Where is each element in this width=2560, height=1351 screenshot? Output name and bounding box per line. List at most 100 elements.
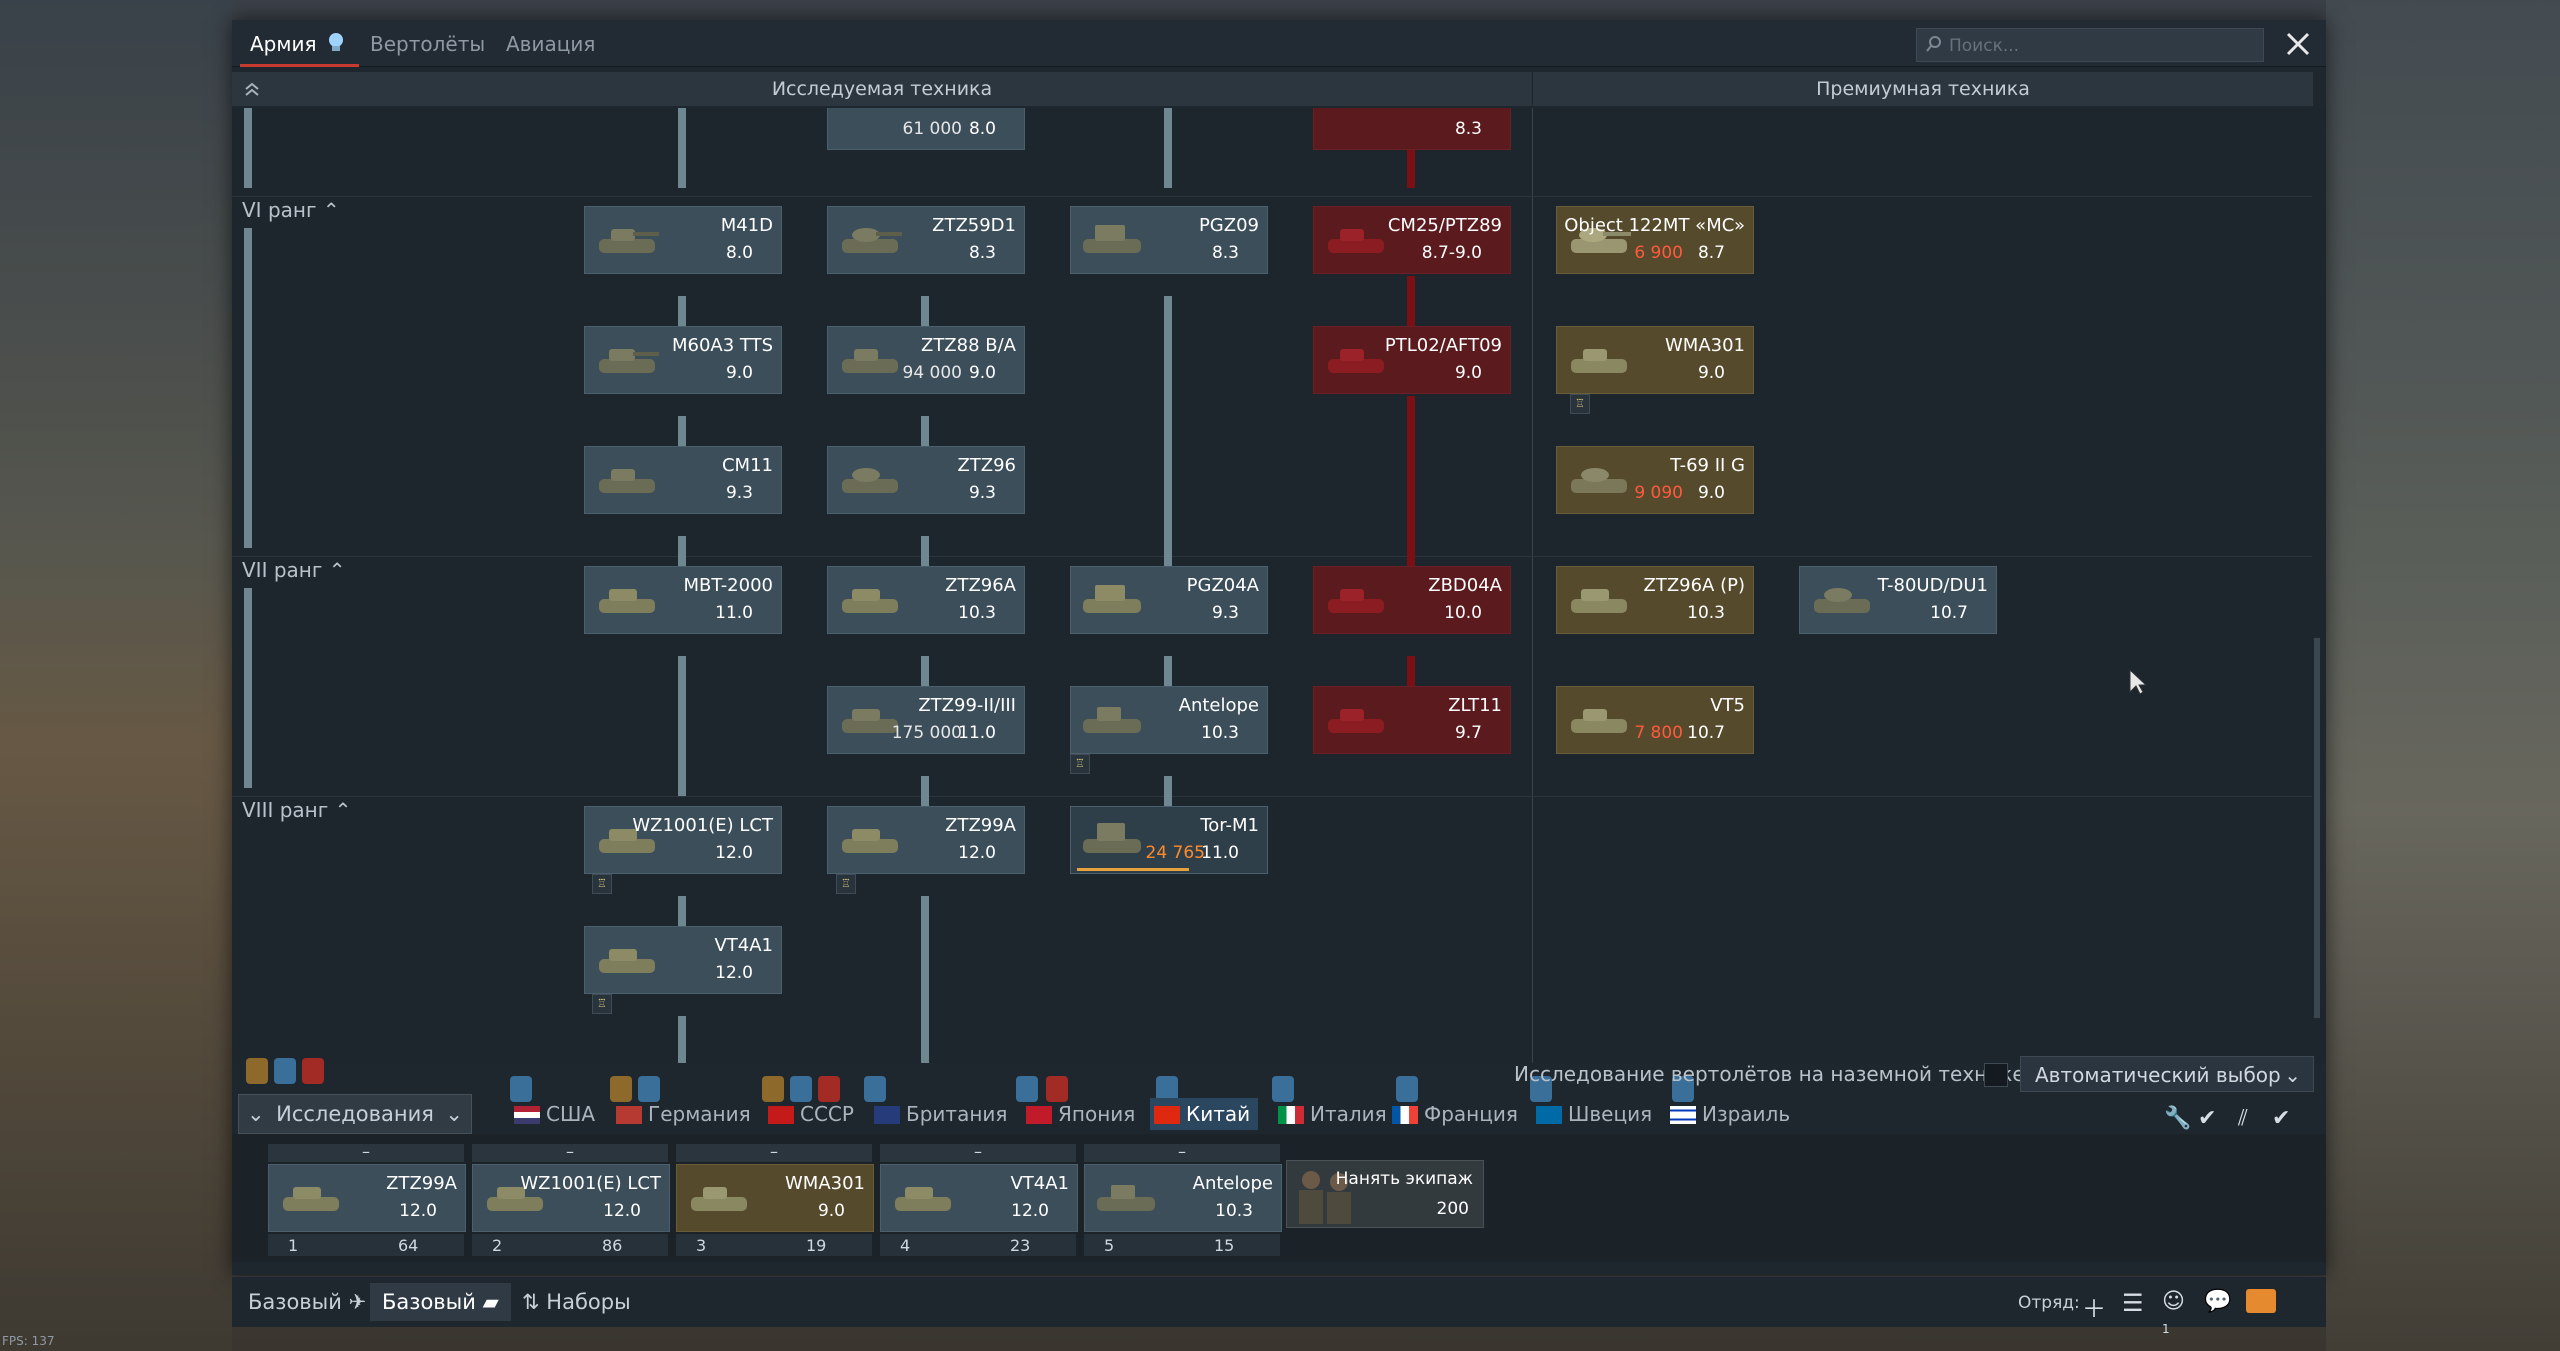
- crew-slot[interactable]: – Antelope 10.3 5 15: [1084, 1144, 1282, 1256]
- nation-israel[interactable]: Израиль: [1670, 1098, 1790, 1130]
- mail-icon[interactable]: [2246, 1289, 2276, 1313]
- slot-vehicle-card[interactable]: Antelope 10.3: [1084, 1164, 1282, 1232]
- wrench-icon[interactable]: 🔧: [2164, 1106, 2191, 1131]
- tab-aviation[interactable]: Авиация: [506, 28, 595, 60]
- vehicle-card-cm25[interactable]: CM25/PTZ89 8.7-9.0: [1313, 206, 1511, 274]
- timer-event-icon[interactable]: [302, 1058, 324, 1084]
- vehicle-card-mbt2000[interactable]: MBT-2000 11.0: [584, 566, 782, 634]
- vehicle-card-zlt11[interactable]: ZLT11 9.7: [1313, 686, 1511, 754]
- vehicle-card-m41d[interactable]: M41D 8.0: [584, 206, 782, 274]
- auto-select-dropdown[interactable]: Автоматический выбор ⌄: [2020, 1056, 2314, 1092]
- slot-vehicle-card[interactable]: WMA301 9.0: [676, 1164, 874, 1232]
- nation-japan[interactable]: Япония: [1026, 1098, 1135, 1130]
- slot-vehicle-card[interactable]: ZTZ99A 12.0: [268, 1164, 466, 1232]
- search-box[interactable]: [1916, 28, 2264, 62]
- vehicle-card-ztz59d1[interactable]: ZTZ59D1 8.3: [827, 206, 1025, 274]
- check-icon[interactable]: ✔: [2272, 1106, 2290, 1131]
- vehicle-br: 8.0: [725, 243, 753, 263]
- auto-select-value: Автоматический выбор: [2035, 1063, 2281, 1087]
- vehicle-card-ztz96[interactable]: ZTZ96 9.3: [827, 446, 1025, 514]
- vehicle-card-ztz88[interactable]: ZTZ88 B/A 94 000 9.0: [827, 326, 1025, 394]
- background-left: [0, 0, 232, 1351]
- tree-connector: [678, 536, 686, 566]
- research-button[interactable]: ⌄ Исследования ⌄: [238, 1094, 472, 1134]
- chevron-up-icon: ⌃: [322, 198, 340, 222]
- nation-usa[interactable]: США: [514, 1098, 595, 1130]
- vehicle-card[interactable]: 61 000 8.0: [827, 108, 1025, 150]
- nation-ussr[interactable]: СССР: [768, 1098, 854, 1130]
- research-progress-bar: [1077, 868, 1189, 871]
- close-icon[interactable]: [2282, 28, 2314, 60]
- vehicle-card-t80ud[interactable]: T-80UD/DU1 10.7: [1799, 566, 1997, 634]
- friends-icon[interactable]: ☺1: [2162, 1289, 2188, 1336]
- nation-china[interactable]: Китай: [1150, 1098, 1259, 1130]
- chat-icon[interactable]: 💬: [2204, 1289, 2231, 1315]
- rank-viii-label[interactable]: VIII ранг ⌃: [242, 798, 351, 822]
- nation-italy[interactable]: Италия: [1278, 1098, 1387, 1130]
- slot-vehicle-card[interactable]: VT4A1 12.0: [880, 1164, 1078, 1232]
- tab-helicopters[interactable]: Вертолёты: [370, 28, 485, 60]
- vehicle-name: VT4A1: [1010, 1173, 1069, 1194]
- vehicle-card-cm11[interactable]: CM11 9.3: [584, 446, 782, 514]
- vehicle-br: 9.3: [725, 483, 753, 503]
- vehicle-card-antelope[interactable]: Antelope 10.3: [1070, 686, 1268, 754]
- crew-slot[interactable]: – VT4A1 12.0 4 23: [880, 1144, 1078, 1256]
- vehicle-card-vt4a1[interactable]: VT4A1 12.0: [584, 926, 782, 994]
- crew-slot[interactable]: – WZ1001(E) LCT 12.0 2 86: [472, 1144, 670, 1256]
- vehicle-card-ztz99[interactable]: ZTZ99-II/III 175 000 11.0: [827, 686, 1025, 754]
- skill-points: 64: [398, 1236, 419, 1255]
- rank-viii-text: VIII ранг: [242, 798, 329, 822]
- rank-vi-label[interactable]: VI ранг ⌃: [242, 198, 340, 222]
- nation-britain[interactable]: Британия: [874, 1098, 1007, 1130]
- vehicle-card[interactable]: 8.3: [1313, 108, 1511, 150]
- nation-france[interactable]: Франция: [1392, 1098, 1518, 1130]
- rank-vii-label[interactable]: VII ранг ⌃: [242, 558, 346, 582]
- vehicle-card-torm1[interactable]: Tor-M1 24 765 11.0: [1070, 806, 1268, 874]
- vehicle-card-ztz96a[interactable]: ZTZ96A 10.3: [827, 566, 1025, 634]
- crew-badge-icon: ♖: [836, 874, 856, 894]
- vehicle-card-wma301[interactable]: WMA301 9.0: [1556, 326, 1754, 394]
- heli-research-checkbox[interactable]: [1984, 1063, 2008, 1087]
- crew-slot[interactable]: – WMA301 9.0 3 19: [676, 1144, 874, 1256]
- preset-ground-button[interactable]: Базовый ▰: [370, 1283, 511, 1321]
- sets-button[interactable]: ⇅ Наборы: [510, 1283, 643, 1321]
- list-icon[interactable]: ☰: [2122, 1289, 2148, 1317]
- vehicle-name: PGZ09: [1198, 215, 1259, 236]
- nation-germany[interactable]: Германия: [616, 1098, 751, 1130]
- star-award-icon[interactable]: [246, 1058, 268, 1084]
- vehicle-br: 9.3: [1211, 603, 1239, 623]
- vehicle-card-ptl02[interactable]: PTL02/AFT09 9.0: [1313, 326, 1511, 394]
- vehicle-name: PGZ04A: [1186, 575, 1259, 596]
- search-icon: [1926, 36, 1941, 52]
- slot-vehicle-card[interactable]: WZ1001(E) LCT 12.0: [472, 1164, 670, 1232]
- tree-connector: [678, 108, 686, 188]
- vehicle-card-ztz99a[interactable]: ZTZ99A 12.0: [827, 806, 1025, 874]
- vehicle-br: 12.0: [603, 1201, 641, 1221]
- sort-arrows-icon: ⇅: [522, 1290, 540, 1314]
- tree-scrollbar[interactable]: [2314, 638, 2320, 1018]
- vehicle-card-t69[interactable]: T-69 II G 9 090 9.0: [1556, 446, 1754, 514]
- vehicle-card-wz1001[interactable]: WZ1001(E) LCT 12.0: [584, 806, 782, 874]
- add-squad-icon[interactable]: ＋: [2082, 1289, 2108, 1323]
- preset-air-button[interactable]: Базовый ✈: [236, 1283, 378, 1321]
- vehicle-card-pgz09[interactable]: PGZ09 8.3: [1070, 206, 1268, 274]
- tab-army[interactable]: Армия: [240, 28, 359, 67]
- vehicle-card-ztz96ap[interactable]: ZTZ96A (P) 10.3: [1556, 566, 1754, 634]
- nation-sweden[interactable]: Швеция: [1536, 1098, 1652, 1130]
- collapse-up-icon[interactable]: [242, 80, 262, 100]
- crew-slot[interactable]: – ZTZ99A 12.0 1 64: [268, 1144, 466, 1256]
- vehicle-card-zbd04a[interactable]: ZBD04A 10.0: [1313, 566, 1511, 634]
- ammo-icon[interactable]: ⫽: [2238, 1106, 2248, 1131]
- hire-crew-button[interactable]: Нанять экипаж 200: [1286, 1160, 1484, 1228]
- vehicle-card-vt5[interactable]: VT5 7 800 10.7: [1556, 686, 1754, 754]
- search-input[interactable]: [1947, 33, 2251, 59]
- vehicle-br: 9.0: [1697, 363, 1725, 383]
- check-icon[interactable]: ✔: [2198, 1106, 2216, 1131]
- rank-vi-text: VI ранг: [242, 198, 317, 222]
- flag-israel-icon: [1670, 1106, 1696, 1124]
- vehicle-br: 12.0: [1011, 1201, 1049, 1221]
- vehicle-card-pgz04a[interactable]: PGZ04A 9.3: [1070, 566, 1268, 634]
- vehicle-card-m60a3[interactable]: M60A3 TTS 9.0: [584, 326, 782, 394]
- vehicle-card-object122mt[interactable]: Object 122MT «MC» 6 900 8.7: [1556, 206, 1754, 274]
- discount-icon[interactable]: [274, 1058, 296, 1084]
